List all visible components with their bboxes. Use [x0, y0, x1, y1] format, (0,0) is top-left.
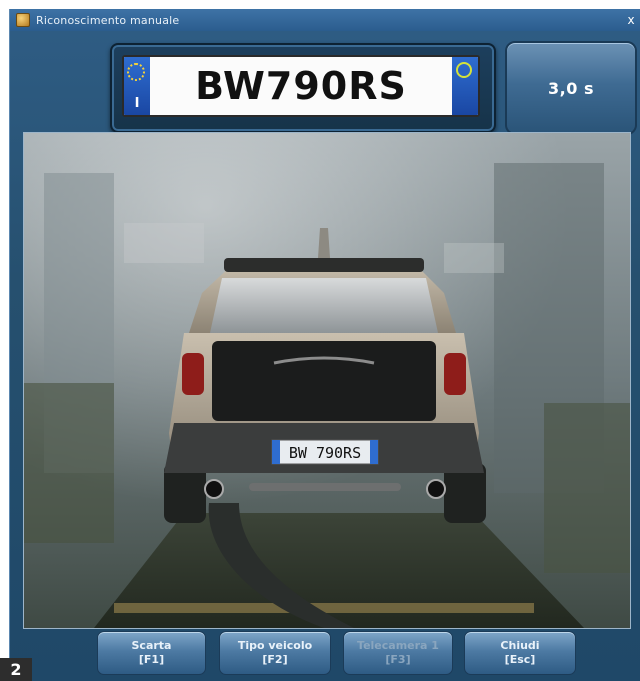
license-plate: I BW790RS [122, 55, 480, 117]
figure-number-badge: 2 [0, 658, 32, 681]
eu-band: I [124, 57, 150, 115]
eu-stars-icon [127, 63, 145, 81]
camera-shortcut: [F3] [385, 653, 411, 666]
circle-icon [456, 62, 472, 78]
manual-recognition-window: Riconoscimento manuale x I BW790RS 3,0 s [9, 9, 640, 681]
camera-image: BW 790RS [23, 132, 631, 629]
camera-button[interactable]: Telecamera 1 [F3] [343, 631, 453, 675]
close-icon[interactable]: x [624, 13, 638, 27]
window-title: Riconoscimento manuale [36, 13, 180, 27]
vehicle-type-shortcut: [F2] [262, 653, 288, 666]
close-label: Chiudi [500, 639, 540, 652]
close-shortcut: [Esc] [504, 653, 536, 666]
app-icon [16, 13, 30, 27]
close-button[interactable]: Chiudi [Esc] [464, 631, 576, 675]
recognized-plate-panel: I BW790RS [110, 43, 496, 133]
title-bar: Riconoscimento manuale x [10, 9, 640, 31]
car-photo: BW 790RS [24, 133, 630, 628]
province-band [452, 57, 478, 115]
vehicle-type-button[interactable]: Tipo veicolo [F2] [219, 631, 331, 675]
car-plate-text: BW 790RS [289, 444, 361, 462]
timer-value: 3,0 s [548, 78, 594, 98]
vehicle-type-label: Tipo veicolo [237, 639, 313, 652]
plate-number[interactable]: BW790RS [150, 57, 452, 115]
discard-label: Scarta [131, 639, 172, 652]
camera-label: Telecamera 1 [357, 639, 439, 652]
timer-display: 3,0 s [505, 41, 637, 135]
discard-shortcut: [F1] [138, 653, 165, 666]
discard-button[interactable]: Scarta [F1] [97, 631, 206, 675]
country-code: I [134, 96, 140, 111]
